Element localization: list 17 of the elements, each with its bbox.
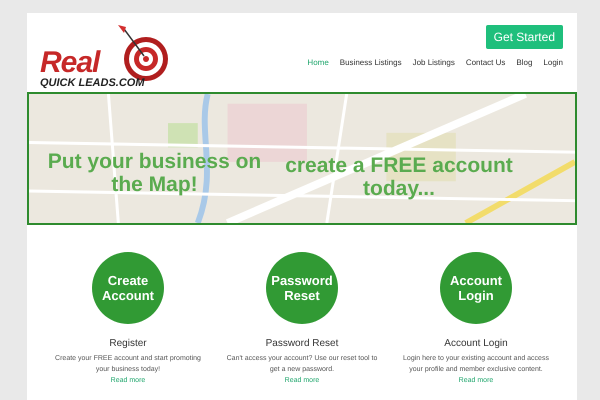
feature-circle-button[interactable]: Account Login: [440, 252, 512, 324]
banner-headline: Put your business on the Map!: [47, 150, 262, 196]
logo-word: Real: [40, 49, 100, 77]
feature-title: Password Reset: [266, 338, 338, 349]
nav-link[interactable]: Login: [543, 58, 563, 67]
banner-headline: create a FREE account today...: [284, 154, 514, 200]
feature-title: Register: [109, 338, 147, 349]
feature-circle-button[interactable]: Create Account: [92, 252, 164, 324]
feature-circle-button[interactable]: Password Reset: [266, 252, 338, 324]
nav-link[interactable]: Home: [307, 58, 329, 67]
nav-link[interactable]: Contact Us: [466, 58, 506, 67]
nav-link[interactable]: Blog: [516, 58, 532, 67]
feature-title: Account Login: [444, 338, 508, 349]
get-started-button[interactable]: Get Started: [486, 25, 563, 49]
nav-link[interactable]: Business Listings: [340, 58, 402, 67]
logo-subtitle: QUICK LEADS.COM: [40, 77, 144, 89]
nav-link[interactable]: Job Listings: [412, 58, 455, 67]
